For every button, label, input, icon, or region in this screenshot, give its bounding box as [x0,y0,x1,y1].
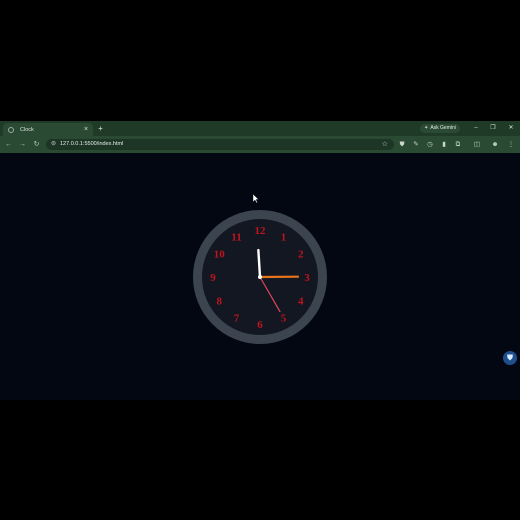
globe-icon [8,126,14,133]
new-tab-button[interactable]: + [96,124,105,133]
clock-numeral-4: 4 [298,296,304,308]
clock-numeral-12: 12 [255,225,267,237]
clock-numeral-2: 2 [298,249,304,261]
minimize-button[interactable]: – [471,124,481,133]
clock-numeral-1: 1 [281,231,287,243]
forward-button[interactable]: → [18,140,27,149]
clock-numeral-11: 11 [231,231,241,243]
back-button[interactable]: ← [4,140,13,149]
reload-button[interactable]: ↻ [32,140,41,149]
shield-icon[interactable]: ⛊ [398,140,406,149]
address-bar[interactable]: ⊜ 127.0.0.1:5500/index.html ☆ [46,139,394,150]
clock-face: 121234567891011 [193,210,327,344]
ask-gemini-label: Ask Gemini [430,125,456,131]
analog-clock: 12 1 2 3 4 5 6 7 8 9 10 11 [193,210,327,344]
center-pin [258,275,262,279]
restore-button[interactable]: ❐ [488,124,498,133]
browser-window: Clock × + ✦ Ask Gemini – ❐ ✕ ← → ↻ ⊜ 127… [0,121,520,400]
tab-clock[interactable]: Clock × [3,123,93,136]
clock-numeral-10: 10 [214,249,226,261]
url-text: 127.0.0.1:5500/index.html [60,141,124,147]
screen: Clock × + ✦ Ask Gemini – ❐ ✕ ← → ↻ ⊜ 127… [0,0,520,520]
bookmark-star-icon[interactable]: ☆ [382,140,388,149]
pen-icon[interactable]: ✎ [412,140,420,149]
ask-gemini-button[interactable]: ✦ Ask Gemini [420,124,460,133]
tab-strip: Clock × + ✦ Ask Gemini – ❐ ✕ [0,121,520,136]
clock-numeral-8: 8 [217,296,223,308]
minute-hand [257,248,262,279]
clock-extension-icon[interactable]: ◷ [426,140,434,149]
tab-title: Clock [20,126,34,133]
menu-icon[interactable]: ⋮ [507,140,515,149]
close-window-button[interactable]: ✕ [506,124,516,133]
page-content: 12 1 2 3 4 5 6 7 8 9 10 11 ⛊ [0,153,520,400]
clock-numeral-6: 6 [257,319,263,331]
puzzle-icon[interactable]: ⧉ [454,140,462,149]
clock-numeral-9: 9 [210,272,216,284]
profile-icon[interactable]: ☻ [491,140,499,149]
gemini-spark-icon: ✦ [424,125,429,131]
close-tab-icon[interactable]: × [82,126,90,134]
clock-numeral-3: 3 [304,272,310,284]
wifi-badge-icon[interactable]: ⛊ [503,351,517,365]
clock-numeral-5: 5 [281,313,287,325]
side-panel-icon[interactable]: ◫ [473,140,481,149]
mouse-cursor-icon [253,194,259,203]
site-info-icon[interactable]: ⊜ [50,141,57,148]
bookmark-extension-icon[interactable]: ▮ [440,140,448,149]
browser-toolbar: ← → ↻ ⊜ 127.0.0.1:5500/index.html ☆ ⛊ ✎ … [0,136,520,153]
clock-numeral-7: 7 [234,313,240,325]
